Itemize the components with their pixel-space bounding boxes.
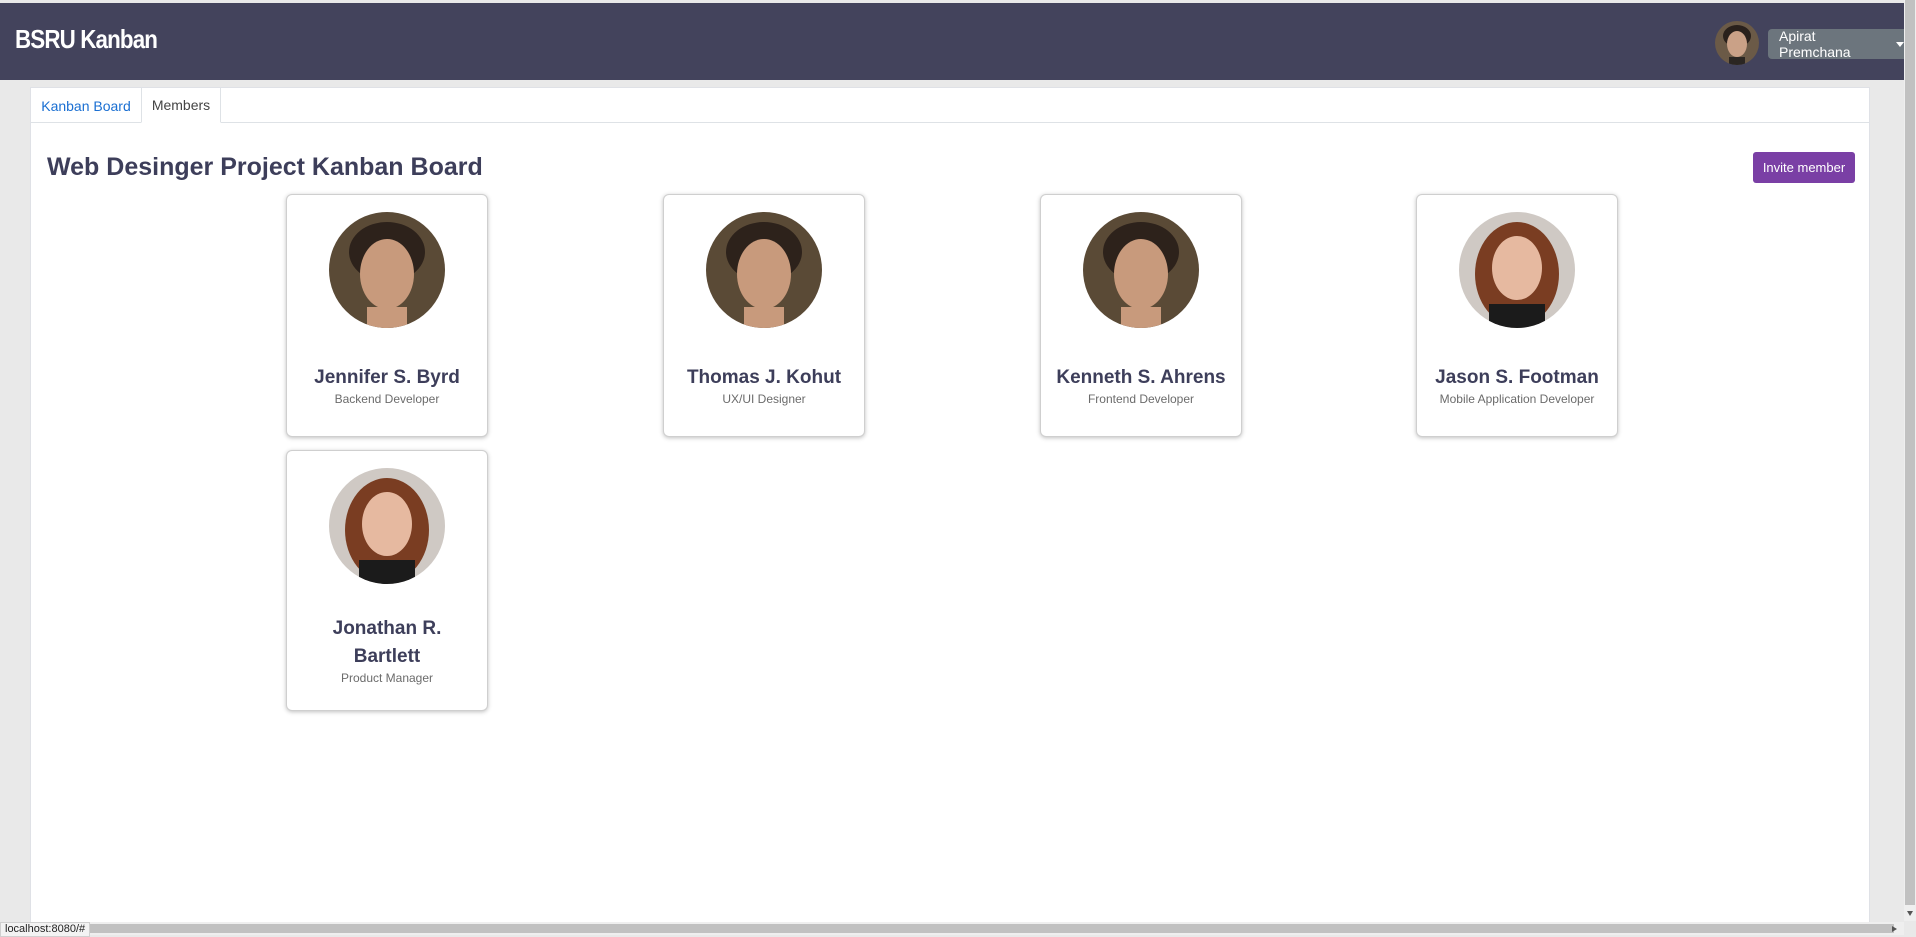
member-card[interactable]: Jason S. Footman Mobile Application Devel…: [1416, 194, 1618, 437]
member-card[interactable]: Kenneth S. Ahrens Frontend Developer: [1040, 194, 1242, 437]
member-role: Product Manager: [340, 671, 434, 685]
member-card[interactable]: Thomas J. Kohut UX/UI Designer: [663, 194, 865, 437]
member-avatar: [329, 468, 445, 584]
tab-members[interactable]: Members: [141, 88, 221, 123]
member-name: Jennifer S. Byrd: [314, 367, 460, 388]
member-card[interactable]: Jonathan R. Bartlett Product Manager: [286, 450, 488, 711]
chevron-down-icon: [1896, 41, 1904, 47]
scroll-down-arrow-icon[interactable]: [1907, 911, 1913, 916]
member-name: Jason S. Footman: [1435, 367, 1599, 388]
vertical-scroll-thumb[interactable]: [1905, 0, 1915, 905]
invite-member-button[interactable]: Invite member: [1753, 152, 1855, 183]
tab-bar: Kanban Board Members: [31, 88, 1869, 123]
member-role: Mobile Application Developer: [1439, 392, 1595, 406]
user-menu-dropdown[interactable]: Apirat Premchana: [1768, 28, 1904, 60]
member-role: Frontend Developer: [1087, 392, 1195, 406]
vertical-scrollbar[interactable]: [1904, 0, 1916, 921]
page-title: Web Desinger Project Kanban Board: [47, 153, 483, 181]
member-role: Backend Developer: [334, 392, 440, 406]
main-panel: Kanban Board Members Web Desinger Projec…: [30, 87, 1870, 927]
member-name: Jonathan R. Bartlett: [332, 618, 442, 667]
member-avatar: [706, 212, 822, 328]
tab-kanban-board[interactable]: Kanban Board: [31, 88, 141, 123]
user-avatar[interactable]: [1715, 21, 1759, 65]
user-name: Apirat Premchana: [1779, 28, 1851, 60]
member-name: Kenneth S. Ahrens: [1056, 367, 1226, 388]
top-navbar: BSRU Kanban Apirat Premchana: [0, 3, 1904, 80]
member-role: UX/UI Designer: [722, 392, 806, 406]
member-name: Thomas J. Kohut: [686, 367, 842, 388]
horizontal-scrollbar[interactable]: [0, 922, 1904, 935]
member-card[interactable]: Jennifer S. Byrd Backend Developer: [286, 194, 488, 437]
member-avatar: [329, 212, 445, 328]
member-avatar: [1083, 212, 1199, 328]
member-avatar: [1459, 212, 1575, 328]
scroll-right-arrow-icon[interactable]: [1892, 926, 1897, 932]
brand-logo[interactable]: BSRU Kanban: [15, 24, 158, 55]
horizontal-scroll-thumb[interactable]: [14, 924, 1894, 933]
